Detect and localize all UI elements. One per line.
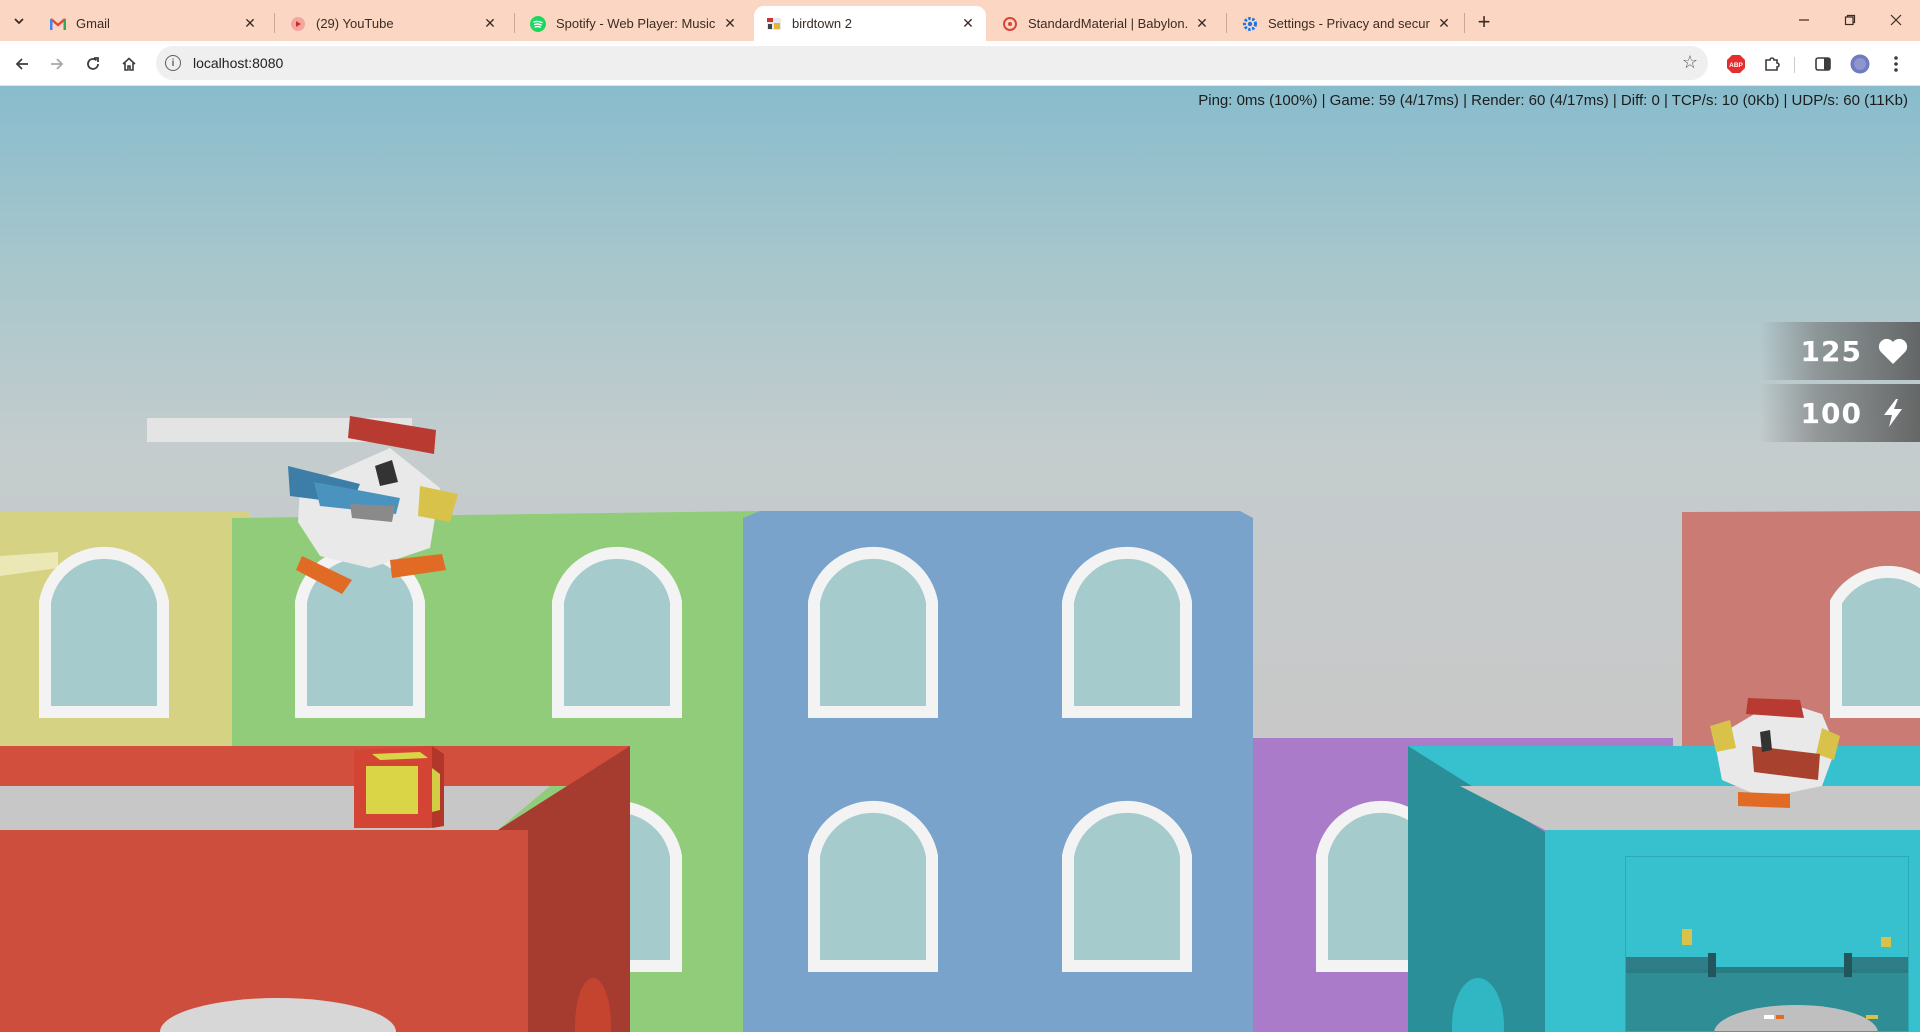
close-icon[interactable]: ✕ <box>242 15 258 32</box>
home-button[interactable] <box>114 49 144 79</box>
more-menu-icon[interactable] <box>1885 53 1907 75</box>
tab-title: Spotify - Web Player: Music for <box>556 16 716 31</box>
url-text[interactable]: localhost:8080 <box>193 55 283 71</box>
chevron-down-icon <box>14 18 24 25</box>
profile-avatar[interactable] <box>1849 53 1871 75</box>
window <box>1830 565 1920 718</box>
side-panel-icon[interactable] <box>1812 53 1834 75</box>
crate <box>354 746 444 828</box>
energy-value: 100 <box>1800 396 1862 430</box>
window <box>1062 800 1192 972</box>
tab-settings[interactable]: Settings - Privacy and security ✕ <box>1230 6 1462 41</box>
tab-strip: Gmail ✕ (29) YouTube ✕ Spotify - Web Pla… <box>0 0 1920 41</box>
bookmark-star-icon[interactable]: ☆ <box>1682 52 1698 73</box>
tab-birdtown[interactable]: birdtown 2 ✕ <box>754 6 986 41</box>
tab-title: birdtown 2 <box>792 16 852 31</box>
arrow-left-icon <box>15 58 28 70</box>
spotify-icon <box>530 15 546 32</box>
browser-toolbar: i localhost:8080 ☆ ABP <box>0 41 1920 86</box>
close-icon[interactable]: ✕ <box>482 15 498 32</box>
back-button[interactable] <box>7 49 37 79</box>
adblock-extension-icon[interactable]: ABP <box>1725 53 1747 75</box>
health-value: 125 <box>1800 334 1862 368</box>
tab-title: Gmail <box>76 16 110 31</box>
health-meter: 125 <box>1760 322 1920 380</box>
energy-meter: 100 <box>1760 384 1920 442</box>
forward-button[interactable] <box>42 49 72 79</box>
plus-icon: + <box>1477 9 1491 34</box>
tab-spotify[interactable]: Spotify - Web Player: Music for ✕ <box>518 6 748 41</box>
address-bar[interactable]: i localhost:8080 ☆ <box>156 46 1708 80</box>
new-tab-button[interactable]: + <box>1470 8 1498 36</box>
youtube-icon <box>290 16 306 32</box>
site-info-icon[interactable]: i <box>165 55 181 71</box>
tab-gmail[interactable]: Gmail ✕ <box>38 6 268 41</box>
svg-text:ABP: ABP <box>1729 62 1743 69</box>
lightning-bolt-icon <box>1878 398 1908 428</box>
platform-red <box>0 746 630 1032</box>
window <box>808 800 938 972</box>
close-icon[interactable]: ✕ <box>722 15 738 32</box>
minimize-icon <box>1799 19 1809 21</box>
babylon-icon <box>1002 16 1018 32</box>
close-icon[interactable]: ✕ <box>1194 15 1210 32</box>
tab-title: Settings - Privacy and security <box>1268 16 1430 31</box>
tab-babylon[interactable]: StandardMaterial | Babylon.js D ✕ <box>990 6 1220 41</box>
gmail-icon <box>50 16 66 32</box>
window <box>552 546 682 718</box>
close-icon <box>1890 14 1902 26</box>
network-stats: Ping: 0ms (100%) | Game: 59 (4/17ms) | R… <box>1198 92 1908 109</box>
settings-gear-icon <box>1242 16 1258 32</box>
window <box>1062 546 1192 718</box>
heart-icon <box>1878 336 1908 366</box>
close-icon[interactable]: ✕ <box>1436 15 1452 32</box>
window <box>39 546 169 718</box>
game-canvas[interactable]: Ping: 0ms (100%) | Game: 59 (4/17ms) | R… <box>0 86 1920 1032</box>
tab-title: StandardMaterial | Babylon.js D <box>1028 16 1188 31</box>
close-icon[interactable]: ✕ <box>960 15 976 32</box>
minimap <box>1625 856 1909 1032</box>
restore-icon <box>1844 14 1856 26</box>
home-icon <box>122 57 136 71</box>
window <box>808 546 938 718</box>
extensions-puzzle-icon[interactable] <box>1761 53 1783 75</box>
minimize-button[interactable] <box>1781 0 1827 40</box>
arrow-right-icon <box>51 58 64 70</box>
tab-youtube[interactable]: (29) YouTube ✕ <box>278 6 508 41</box>
reload-icon <box>87 57 99 70</box>
tab-search-button[interactable] <box>6 8 32 34</box>
close-window-button[interactable] <box>1873 0 1919 40</box>
birdtown-icon <box>766 16 782 32</box>
reload-button[interactable] <box>78 49 108 79</box>
tab-title: (29) YouTube <box>316 16 394 31</box>
restore-button[interactable] <box>1827 0 1873 40</box>
